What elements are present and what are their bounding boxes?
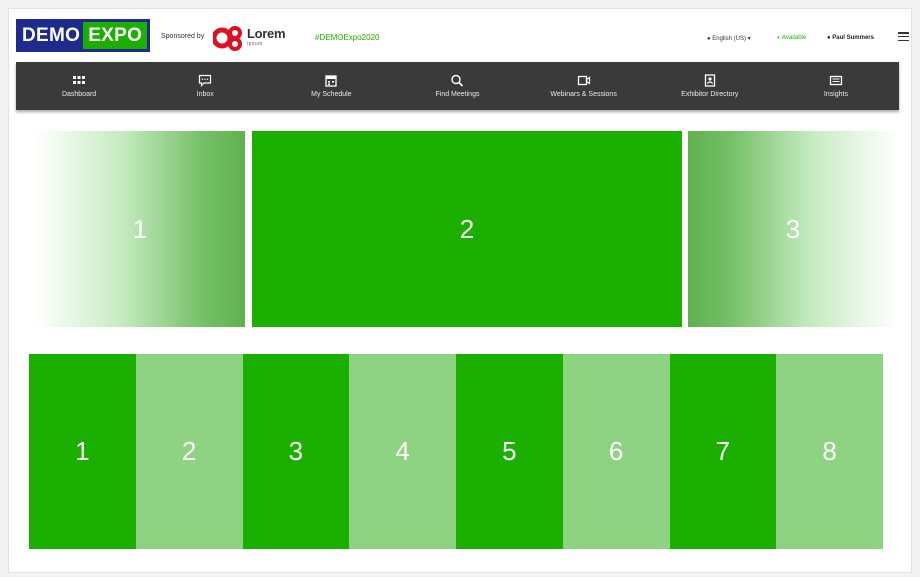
logo-expo-text: EXPO (83, 22, 148, 49)
nav-label: Dashboard (61, 91, 97, 98)
tile-2[interactable]: 2 (135, 354, 243, 549)
nav-item-inbox[interactable]: Inbox (142, 62, 268, 110)
tile-4[interactable]: 4 (349, 354, 456, 549)
chat-icon (199, 74, 212, 87)
carousel-slide-1[interactable]: 1 (35, 131, 245, 327)
nav-item-find-meetings[interactable]: Find Meetings (394, 62, 520, 110)
carousel-slide-2[interactable]: 2 (252, 131, 682, 327)
nav-label: Insights (823, 91, 848, 98)
insights-icon (829, 75, 843, 86)
page-frame: DEMO EXPO Sponsored by Lorem ipsum #DEMO… (8, 8, 912, 573)
nav-item-webinars-sessions[interactable]: Webinars & Sessions (521, 62, 647, 110)
tile-1[interactable]: 1 (29, 354, 136, 549)
user-name: Paul Summers (832, 35, 874, 41)
tile-6[interactable]: 6 (562, 354, 670, 549)
hamburger-menu-icon[interactable] (898, 32, 909, 42)
header: DEMO EXPO Sponsored by Lorem ipsum #DEMO… (9, 9, 913, 59)
event-hashtag[interactable]: #DEMOExpo2020 (315, 33, 379, 42)
demo-expo-logo[interactable]: DEMO EXPO (16, 19, 151, 52)
nav-label: Find Meetings (435, 91, 480, 98)
sponsor-subtitle: ipsum (247, 41, 263, 47)
calendar-icon (325, 75, 337, 87)
grid-icon (73, 76, 86, 84)
sponsor-logo-icon (213, 26, 242, 51)
carousel-slide-3[interactable]: 3 (688, 131, 898, 327)
contact-icon (704, 74, 715, 87)
tile-strip: 1 2 3 4 5 6 7 8 (29, 354, 883, 549)
user-menu[interactable]: ● Paul Summers (827, 35, 874, 41)
nav-label: Inbox (196, 91, 214, 98)
tile-8[interactable]: 8 (776, 354, 883, 549)
tile-7[interactable]: 7 (669, 354, 777, 549)
nav-item-my-schedule[interactable]: My Schedule (268, 62, 394, 110)
nav-label: Exhibitor Directory (681, 91, 739, 98)
availability-status[interactable]: ◐ Available (777, 35, 806, 41)
availability-label: Available (781, 35, 807, 41)
search-icon (451, 74, 464, 87)
main-nav: Dashboard Inbox My Schedule Find Meeting… (16, 62, 899, 110)
nav-item-exhibitor-directory[interactable]: Exhibitor Directory (647, 62, 773, 110)
logo-demo-text: DEMO (22, 25, 81, 46)
carousel[interactable]: 1 2 3 (9, 131, 913, 327)
sponsored-by-label: Sponsored by (161, 33, 205, 40)
language-selector[interactable]: ● English (US) ▾ (707, 35, 751, 42)
nav-item-insights[interactable]: Insights (773, 62, 899, 110)
nav-label: Webinars & Sessions (550, 91, 617, 98)
video-icon (577, 75, 590, 86)
language-label: English (US) ▾ (712, 36, 751, 42)
nav-item-dashboard[interactable]: Dashboard (16, 62, 142, 110)
tile-3[interactable]: 3 (242, 354, 350, 549)
nav-label: My Schedule (311, 91, 352, 98)
tile-5[interactable]: 5 (456, 354, 563, 549)
sponsor-name[interactable]: Lorem (247, 26, 286, 41)
